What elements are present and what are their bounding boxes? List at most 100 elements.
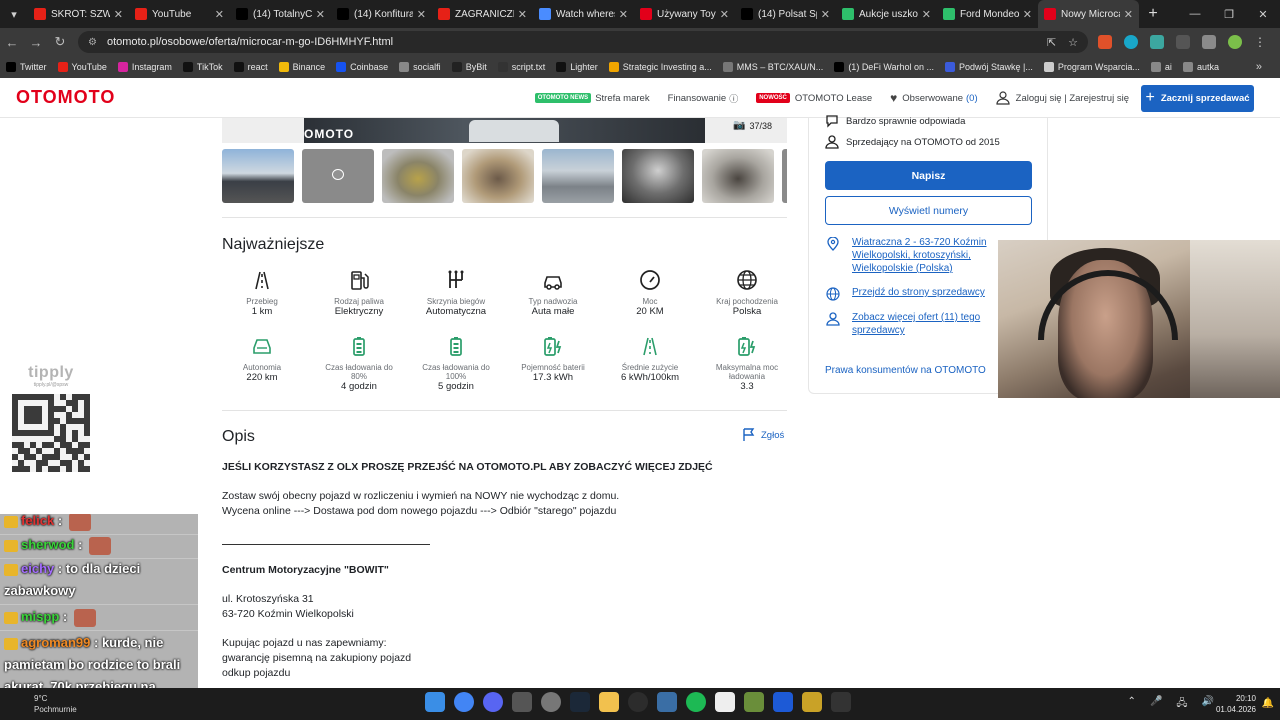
bookmark-item[interactable]: Program Wsparcia... [1043,62,1140,72]
show-numbers-button[interactable]: Wyświetl numery [825,196,1032,225]
close-tab-icon[interactable]: ✕ [619,8,628,21]
bookmark-item[interactable]: YouTube [57,62,107,72]
lease-link[interactable]: NOWOŚĆ OTOMOTO Lease [756,93,872,104]
clock[interactable]: 20:10 01.04.2026 [1216,693,1256,715]
thumbnail-video[interactable] [302,149,374,203]
thumbnail[interactable] [622,149,694,203]
install-app-icon[interactable]: ⇱ [1047,36,1056,49]
app-icon[interactable] [541,692,561,712]
write-message-button[interactable]: Napisz [825,161,1032,190]
thumbnail[interactable] [702,149,774,203]
bookmark-item[interactable]: script.txt [497,62,545,72]
discord-icon[interactable] [483,692,503,712]
profile-avatar[interactable] [1228,35,1242,49]
close-tab-icon[interactable]: ✕ [316,8,325,21]
back-icon[interactable]: ← [0,35,24,50]
browser-tab[interactable]: ZAGRANICZNI ✕ [432,0,533,28]
bookmark-item[interactable]: ai [1150,62,1172,72]
network-icon[interactable]: 🖧 [1176,696,1187,713]
browser-tab[interactable]: (14) Polsat Spo ✕ [735,0,836,28]
windows-start-icon[interactable] [425,692,445,712]
bookmark-item[interactable]: (1) DeFi Warhol on ... [834,62,934,72]
bookmark-item[interactable]: Binance [278,62,325,72]
forward-icon[interactable]: → [24,35,48,50]
notifications-icon[interactable]: 🔔 [1262,698,1274,709]
close-tab-icon[interactable]: ✕ [922,8,931,21]
close-tab-icon[interactable]: ✕ [821,8,830,21]
app-icon[interactable] [512,692,532,712]
close-tab-icon[interactable]: ✕ [1124,8,1133,21]
seller-website-link[interactable]: Przejdź do strony sprzedawcy [852,286,985,299]
browser-tab[interactable]: (14) Konfitura ✕ [331,0,432,28]
report-link[interactable]: Zgłoś [743,428,784,442]
bookmark-item[interactable]: MMS – BTC/XAU/N... [722,62,823,72]
sidebar-icon[interactable] [1202,35,1216,49]
app-icon[interactable] [744,692,764,712]
bookmark-item[interactable]: Strategic Investing a... [608,62,712,72]
url-field[interactable]: ⚙ otomoto.pl/osobowe/oferta/microcar-m-g… [78,31,1088,53]
bookmark-item[interactable]: autka [1182,62,1219,72]
browser-tab[interactable]: Watch wheresp ✕ [533,0,634,28]
consumer-rights-link[interactable]: Prawa konsumentów na OTOMOTO [825,365,986,376]
browser-tab[interactable]: YouTube ✕ [129,0,230,28]
close-tab-icon[interactable]: ✕ [1023,8,1032,21]
close-tab-icon[interactable]: ✕ [518,8,527,21]
app-icon[interactable] [773,692,793,712]
weather-widget[interactable]: 9°C Pochmurnie [4,690,94,718]
seller-address-link[interactable]: Wiatraczna 2 - 63-720 Koźmin Wielkopolsk… [852,236,1002,275]
start-selling-button[interactable]: + Zacznij sprzedawać [1141,84,1254,112]
bookmark-item[interactable]: Instagram [117,62,172,72]
login-link[interactable]: Zaloguj się | Zarejestruj się [996,91,1129,105]
tab-search-button[interactable]: ▾ [0,0,28,28]
extensions-puzzle-icon[interactable] [1176,35,1190,49]
thumbnail[interactable] [542,149,614,203]
bookmarks-overflow-icon[interactable]: » [1256,61,1262,73]
bookmark-item[interactable]: react [233,62,268,72]
bookmark-star-icon[interactable]: ☆ [1068,36,1078,49]
close-tab-icon[interactable]: ✕ [720,8,729,21]
maximize-icon[interactable]: ❐ [1212,8,1246,21]
microphone-icon[interactable]: 🎤 [1150,696,1162,713]
main-photo[interactable]: OMOTO [304,118,705,143]
new-tab-button[interactable]: + [1139,5,1167,23]
thumbnail[interactable] [222,149,294,203]
close-tab-icon[interactable]: ✕ [114,8,123,21]
financing-link[interactable]: Finansowanie ⓘ [668,92,739,105]
extension-cyan-icon[interactable] [1124,35,1138,49]
close-tab-icon[interactable]: ✕ [417,8,426,21]
spotify-icon[interactable] [686,692,706,712]
browser-tab[interactable]: (14) TotalnyCh ✕ [230,0,331,28]
bookmark-item[interactable]: Lighter [556,62,598,72]
reload-icon[interactable]: ↻ [48,34,72,50]
minimize-icon[interactable]: — [1178,8,1212,20]
steam-icon[interactable] [570,692,590,712]
bookmark-item[interactable]: Twitter [6,62,47,72]
app-icon[interactable] [715,692,735,712]
thumbnail[interactable] [382,149,454,203]
browser-tab[interactable]: Aukcje uszkodz ✕ [836,0,937,28]
extension-fox-icon[interactable] [1098,35,1112,49]
brand-zone-link[interactable]: OTOMOTO NEWS Strefa marek [534,93,650,104]
favorites-link[interactable]: ♥ Obserwowane (0) [890,91,977,105]
app-icon[interactable] [657,692,677,712]
browser-tab[interactable]: Używany Toyot ✕ [634,0,735,28]
chrome-icon[interactable] [454,692,474,712]
bookmark-item[interactable]: socialfi [399,62,441,72]
app-icon[interactable] [628,692,648,712]
bookmark-item[interactable]: Podwój Stawkę |... [945,62,1033,72]
file-explorer-icon[interactable] [599,692,619,712]
close-tab-icon[interactable]: ✕ [215,8,224,21]
browser-tab[interactable]: SKRÓT: SZWEC ✕ [28,0,129,28]
thumbnail[interactable] [782,149,787,203]
tray-overflow-icon[interactable]: ⌃ [1128,696,1136,713]
thumbnail[interactable] [462,149,534,203]
volume-icon[interactable]: 🔊 [1202,696,1214,713]
close-window-icon[interactable]: ✕ [1246,8,1280,21]
browser-tab[interactable]: Nowy Microca ✕ [1038,0,1139,28]
browser-tab[interactable]: Ford Mondeo ✕ [937,0,1038,28]
bookmark-item[interactable]: TikTok [182,62,223,72]
terminal-icon[interactable] [831,692,851,712]
bookmark-item[interactable]: Coinbase [336,62,388,72]
site-info-icon[interactable]: ⚙ [88,37,97,48]
seller-offers-link[interactable]: Zobacz więcej ofert (11) tego sprzedawcy [852,311,1002,337]
